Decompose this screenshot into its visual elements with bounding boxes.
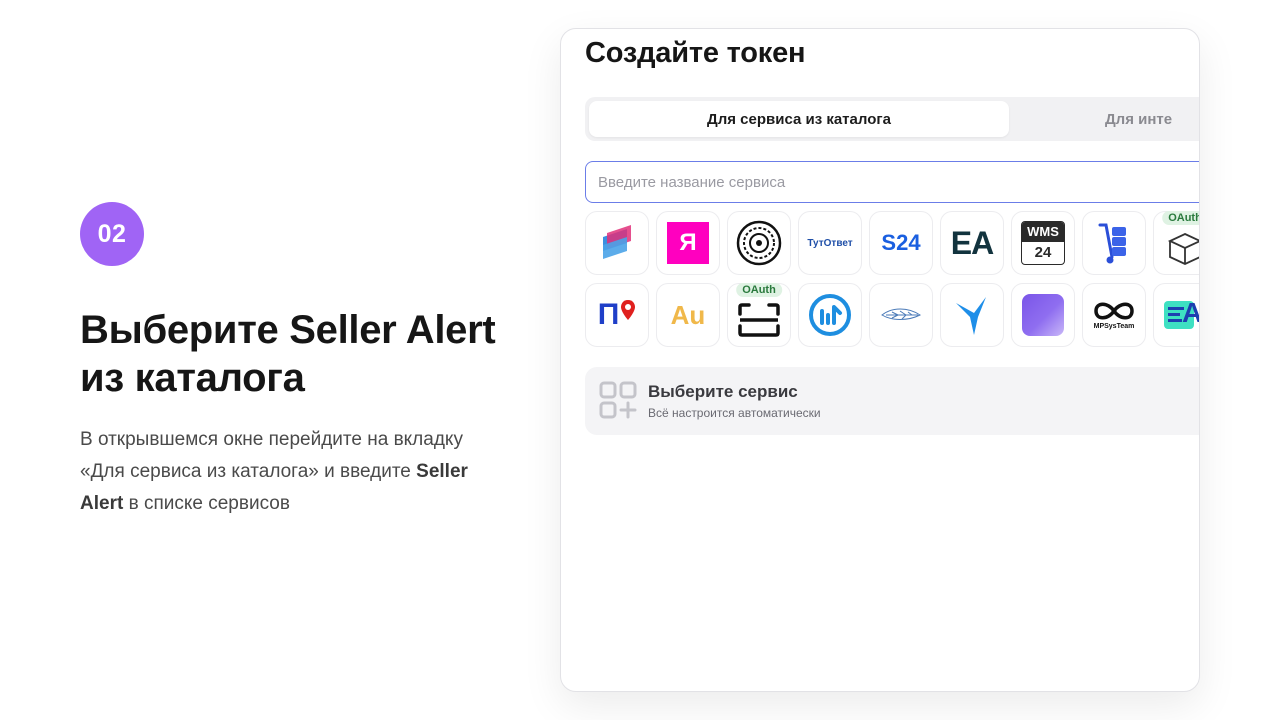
service-tile-16[interactable] xyxy=(1011,283,1075,347)
purple-square-logo-icon xyxy=(1022,294,1064,336)
service-tile-9[interactable]: OAuth xyxy=(1153,211,1199,275)
step-description: В открывшемся окне перейдите на вкладку … xyxy=(80,424,480,520)
box-logo-icon xyxy=(1167,233,1199,265)
step-desc-part-2: в списке сервисов xyxy=(123,493,290,514)
mpsysteam-label: MPSysTeam xyxy=(1093,323,1135,330)
service-tile-13[interactable] xyxy=(798,283,862,347)
map-pin-icon xyxy=(621,300,636,320)
empty-state-title: Выберите сервис xyxy=(648,382,798,401)
selected-service-empty-state: Выберите сервис Всё настроится автоматич… xyxy=(585,367,1199,435)
empty-state-subtitle: Всё настроится автоматически xyxy=(648,406,821,420)
ea-logo-icon: EA xyxy=(950,224,994,261)
infinity-icon xyxy=(1094,302,1134,320)
tutotvet-logo-icon: ТутОтвет xyxy=(807,237,853,249)
step-title-line-2: из каталога xyxy=(80,356,305,400)
s24-logo-icon: S24 xyxy=(881,230,921,255)
service-tile-18[interactable]: A xyxy=(1153,283,1199,347)
tab-integration[interactable]: Для инте xyxy=(1105,101,1199,137)
create-token-modal: Создайте токен Для сервиса из каталога Д… xyxy=(560,28,1200,692)
service-tile-12[interactable]: OAuth xyxy=(727,283,791,347)
au-logo-icon: Au xyxy=(670,299,706,330)
parallelogram-logo-icon xyxy=(603,225,631,259)
service-tile-17[interactable]: MPSysTeam xyxy=(1082,283,1146,347)
service-search-input[interactable] xyxy=(598,173,1199,191)
step-desc-part-1: В открывшемся окне перейдите на вкладку … xyxy=(80,429,463,482)
service-tile-2[interactable]: Я xyxy=(656,211,720,275)
p-pin-logo-icon: П xyxy=(597,298,620,331)
step-title: Выберите Seller Alert из каталога xyxy=(80,306,540,402)
service-tile-15[interactable] xyxy=(940,283,1004,347)
token-type-tabs: Для сервиса из каталога Для инте xyxy=(585,97,1199,141)
service-tile-11[interactable]: Au xyxy=(656,283,720,347)
list-a-logo-icon: A xyxy=(1162,297,1199,331)
chart-circle-logo-icon xyxy=(809,294,851,336)
service-tile-1[interactable] xyxy=(585,211,649,275)
wms-label: WMS xyxy=(1022,222,1064,242)
service-tile-4[interactable]: ТутОтвет xyxy=(798,211,862,275)
service-tile-14[interactable] xyxy=(869,283,933,347)
mpsysteam-logo-icon: MPSysTeam xyxy=(1092,300,1136,330)
hand-truck-logo-icon xyxy=(1098,223,1126,264)
yandex-logo-icon: Я xyxy=(667,222,709,264)
scan-frame-logo-icon xyxy=(738,303,780,337)
service-catalog-grid: Я ТутОтвет S24 EA WMS 24 OAuth П Au OAut… xyxy=(585,211,1199,347)
grid-add-icon xyxy=(599,381,637,419)
service-tile-7[interactable]: WMS 24 xyxy=(1011,211,1075,275)
wms24-logo-icon: WMS 24 xyxy=(1021,221,1065,265)
service-tile-10[interactable]: П xyxy=(585,283,649,347)
mandala-logo-icon xyxy=(736,220,782,266)
oauth-badge: OAuth xyxy=(736,283,782,297)
step-title-line-1: Выберите Seller Alert xyxy=(80,308,496,352)
wms-number: 24 xyxy=(1034,244,1052,261)
list-a-letter: A xyxy=(1182,297,1199,329)
service-tile-6[interactable]: EA xyxy=(940,211,1004,275)
oauth-badge: OAuth xyxy=(1162,211,1199,225)
feather-logo-icon xyxy=(881,308,921,320)
bird-logo-icon xyxy=(956,297,986,335)
service-search-field[interactable] xyxy=(585,161,1199,203)
service-tile-5[interactable]: S24 xyxy=(869,211,933,275)
modal-title: Создайте токен xyxy=(585,37,806,69)
tab-catalog-service[interactable]: Для сервиса из каталога xyxy=(589,101,1009,137)
service-tile-8[interactable] xyxy=(1082,211,1146,275)
service-tile-3[interactable] xyxy=(727,211,791,275)
step-number-badge: 02 xyxy=(80,202,144,266)
